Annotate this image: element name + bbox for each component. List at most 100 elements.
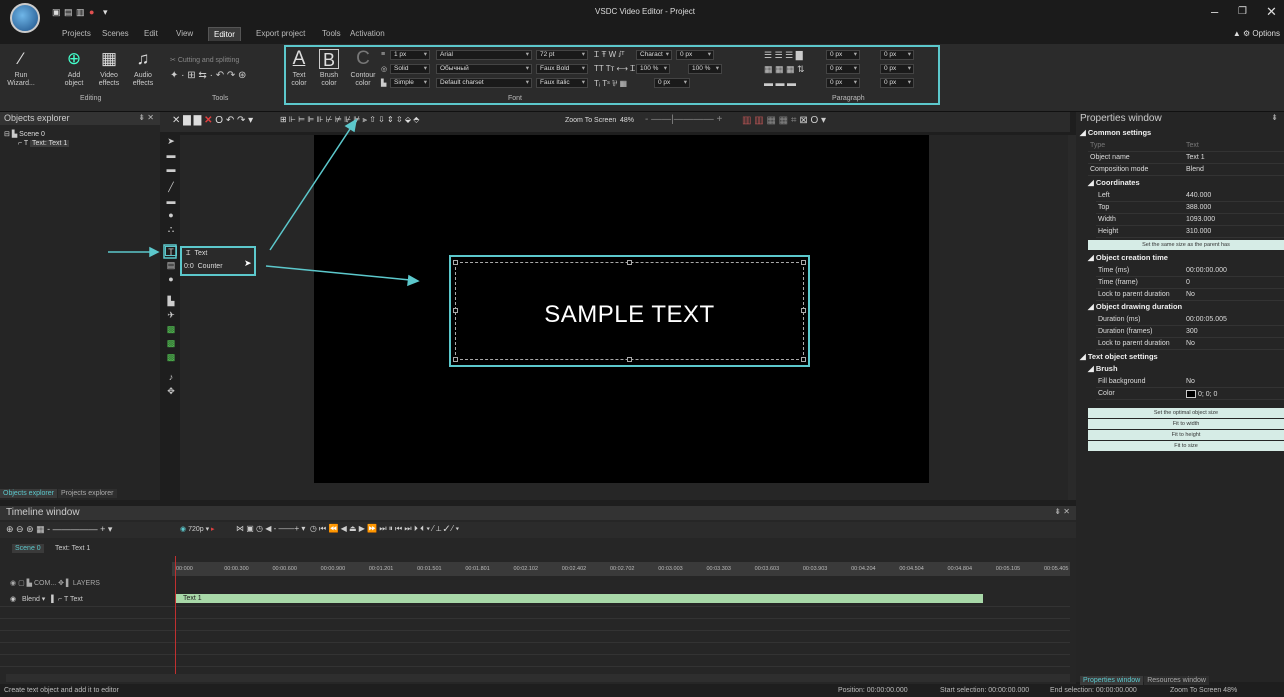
composition-label: COM... xyxy=(33,580,57,587)
status-hint: Create text object and add it to editor xyxy=(4,687,119,694)
layers-label: LAYERS xyxy=(72,580,100,587)
prop-row-object-name[interactable]: Object name Text 1 xyxy=(1088,152,1284,164)
prop-name: Time (ms) xyxy=(1098,267,1130,274)
color-swatch-value[interactable]: 0; 0; 0 xyxy=(1186,390,1217,398)
layer-header-row: ◉ ▢ ▙ COM... ✥ ▌ LAYERS xyxy=(10,580,100,587)
prop-value: 1093.000 xyxy=(1186,216,1216,223)
arrow-to-sample-text xyxy=(265,265,411,281)
ruler-tick-label: 00:01.501 xyxy=(417,566,442,572)
prop-name: Fill background xyxy=(1098,378,1146,385)
prop-name: Left xyxy=(1098,192,1110,199)
prop-name: Time (frame) xyxy=(1098,279,1138,286)
ruler-tick-label: 00:05.105 xyxy=(995,566,1021,572)
blend-label: Blend xyxy=(21,596,40,603)
prop-value: 00:00:05.005 xyxy=(1186,316,1227,323)
status-zoom: Zoom To Screen 48% xyxy=(1170,687,1238,694)
text-object-tab[interactable]: Text: Text 1 xyxy=(52,544,93,553)
prop-row-time-ms[interactable]: Time (ms) 00:00:00.000 xyxy=(1096,265,1284,277)
prop-row-fill-bg[interactable]: Fill background No xyxy=(1096,376,1284,388)
timeline-pin-icon[interactable]: ⇟ ✕ xyxy=(1054,507,1070,516)
track-divider xyxy=(0,642,1070,643)
brush-label: Brush xyxy=(1095,364,1118,373)
track-divider xyxy=(0,666,1070,667)
text-clip[interactable]: Text 1 xyxy=(175,594,983,603)
record-play-icon: ▸ xyxy=(211,526,215,533)
prop-row-lock-parent-2[interactable]: Lock to parent duration No xyxy=(1096,338,1284,350)
prop-row-lock-parent-1[interactable]: Lock to parent duration No xyxy=(1096,289,1284,301)
timeline-title: Timeline window ⇟ ✕ xyxy=(0,506,1076,520)
creation-time-header[interactable]: ◢ Object creation time xyxy=(1088,253,1168,262)
prop-value: 388.000 xyxy=(1186,204,1212,211)
move-layer-icon[interactable]: ✥ xyxy=(58,580,64,587)
prop-row-top[interactable]: Top 388.000 xyxy=(1096,202,1284,214)
lock-icon[interactable]: ▢ xyxy=(18,580,25,587)
playhead-cursor[interactable] xyxy=(175,556,176,681)
prop-row-color[interactable]: Color 0; 0; 0 xyxy=(1096,388,1284,400)
prop-value: 0 xyxy=(1186,279,1190,286)
prop-name: Object name xyxy=(1090,154,1130,161)
properties-pin-icon[interactable]: ⇟ xyxy=(1271,113,1278,122)
resolution-select[interactable]: ◉ 720p ▾ ▸ xyxy=(180,525,215,533)
common-settings-label: Common settings xyxy=(1087,128,1152,137)
properties-window-tab[interactable]: Properties window xyxy=(1080,676,1144,685)
prop-row-duration-ms[interactable]: Duration (ms) 00:00:05.005 xyxy=(1096,314,1284,326)
resources-window-tab[interactable]: Resources window xyxy=(1144,676,1209,685)
resolution-label: 720p xyxy=(188,526,204,533)
track-divider xyxy=(0,654,1070,655)
prop-value: 0; 0; 0 xyxy=(1197,390,1218,398)
app-logo[interactable] xyxy=(10,3,40,33)
prop-row-duration-frames[interactable]: Duration (frames) 300 xyxy=(1096,326,1284,338)
text-tool-highlight xyxy=(163,244,177,259)
prop-value: No xyxy=(1186,340,1195,347)
text-settings-header[interactable]: ◢ Text object settings xyxy=(1080,352,1158,361)
same-size-button[interactable]: Set the same size as the parent has xyxy=(1088,240,1284,250)
fit-size-button[interactable]: Fit to size xyxy=(1088,441,1284,451)
brush-header[interactable]: ◢ Brush xyxy=(1088,364,1118,373)
ruler-tick-label: 00:03.303 xyxy=(706,566,731,572)
track-text-label: Text xyxy=(69,596,83,603)
ruler-tick-label: 00:000 xyxy=(176,566,193,572)
track-divider xyxy=(0,618,1070,619)
fit-height-button[interactable]: Fit to height xyxy=(1088,430,1284,440)
timeline-ruler[interactable]: 00:000 00:00.300 00:00.600 00:00.900 00:01.2… xyxy=(172,562,1070,576)
canvas-vertical-scrollbar[interactable] xyxy=(1068,135,1076,500)
prop-value: 440.000 xyxy=(1186,192,1212,199)
optimal-size-button[interactable]: Set the optimal object size xyxy=(1088,408,1284,418)
arrow-head-3 xyxy=(407,274,420,287)
prop-row-height[interactable]: Height 310.000 xyxy=(1096,226,1284,238)
scene-tab[interactable]: Scene 0 xyxy=(12,544,44,553)
prop-name: Composition mode xyxy=(1090,166,1149,173)
coordinates-header[interactable]: ◢ Coordinates xyxy=(1088,178,1140,187)
timeline-zoom-icons[interactable]: ⊕ ⊖ ⊛ ▦ - ————— + ▾ xyxy=(6,524,112,535)
timeline-title-text: Timeline window xyxy=(6,507,80,518)
prop-row-left[interactable]: Left 440.000 xyxy=(1096,190,1284,202)
properties-title: Properties window ⇟ xyxy=(1076,112,1284,125)
drawing-duration-label: Object drawing duration xyxy=(1095,302,1183,311)
prop-name: Duration (frames) xyxy=(1098,328,1153,335)
prop-value: 00:00:00.000 xyxy=(1186,267,1227,274)
prop-row-composition[interactable]: Composition mode Blend xyxy=(1088,164,1284,176)
timeline-playback-icons[interactable]: ⋈ ▣ ◷ ◀ - ——+ ▾ ◷ ⏮ ⏪ ◀ ⏏ ▶ ⏩ ⏭ ⏸ ⏮ ⏭ ⏵ … xyxy=(236,524,459,534)
ruler-tick-label: 00:03.603 xyxy=(754,566,780,572)
prop-name: Lock to parent duration xyxy=(1098,340,1170,347)
prop-row-width[interactable]: Width 1093.000 xyxy=(1096,214,1284,226)
track-eye-icon[interactable]: ◉ xyxy=(10,596,16,603)
track-divider xyxy=(0,630,1070,631)
text-track-header[interactable]: ◉ Blend ▾ ▌ ⌐ T Text xyxy=(10,595,83,603)
eye-icon[interactable]: ◉ xyxy=(10,580,16,587)
status-position: Position: 00:00:00.000 xyxy=(838,687,908,694)
ruler-tick-label: 00:05.405 xyxy=(1044,566,1069,572)
ruler-tick-label: 00:01.201 xyxy=(368,566,394,572)
prop-row-time-frame[interactable]: Time (frame) 0 xyxy=(1096,277,1284,289)
color-swatch[interactable] xyxy=(1186,390,1196,398)
status-bar: Create text object and add it to editor … xyxy=(0,686,1284,697)
arrow-head-2 xyxy=(344,118,358,133)
prop-value: 300 xyxy=(1186,328,1198,335)
drawing-duration-header[interactable]: ◢ Object drawing duration xyxy=(1088,302,1182,311)
fit-width-button[interactable]: Fit to width xyxy=(1088,419,1284,429)
track-divider xyxy=(0,606,1070,607)
timeline-panel: Timeline window ⇟ ✕ ⊕ ⊖ ⊛ ▦ - ————— + ▾ ◉… xyxy=(0,506,1076,684)
timeline-horizontal-scrollbar[interactable] xyxy=(6,674,1070,682)
prop-value: No xyxy=(1186,291,1195,298)
common-settings-header[interactable]: ◢ Common settings xyxy=(1080,128,1151,137)
